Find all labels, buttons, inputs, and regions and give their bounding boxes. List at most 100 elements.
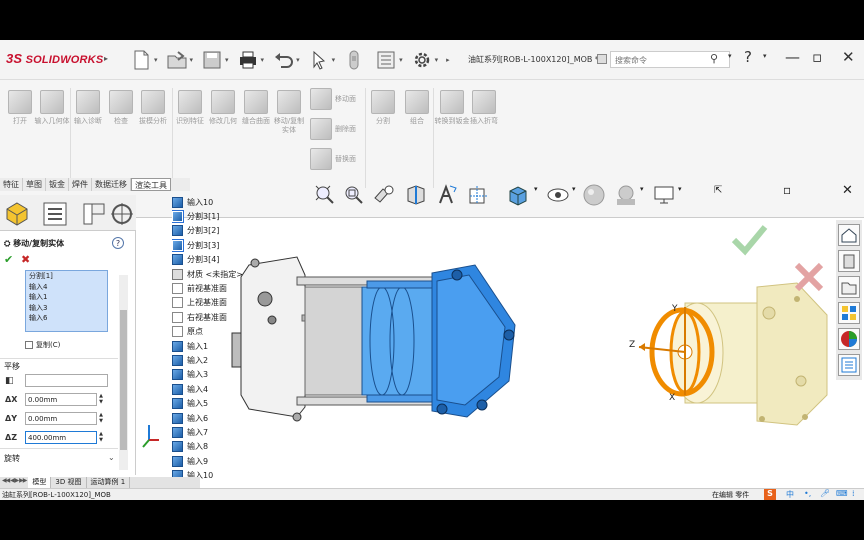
tab-render-tools[interactable]: 渲染工具: [131, 178, 171, 191]
tab-motion-study[interactable]: 运动算例 1: [87, 477, 131, 488]
ribbon-replace-face-button[interactable]: 替换面: [310, 148, 356, 170]
dimxpert-manager-tab-icon[interactable]: [108, 200, 136, 228]
tree-item[interactable]: 输入7: [172, 425, 262, 439]
ribbon-move-face-button[interactable]: 移动面: [310, 88, 356, 110]
tab-sheet-metal[interactable]: 钣金: [46, 178, 69, 191]
menu-expand-icon[interactable]: ▸: [104, 54, 108, 63]
toolbar-expand-icon[interactable]: ▸: [446, 56, 450, 64]
help-icon[interactable]: ?: [112, 237, 124, 249]
list-item[interactable]: 输入6: [26, 313, 107, 324]
tab-nav-arrows-icon[interactable]: ◀◀ ◀ ▶ ▶▶: [0, 477, 28, 488]
open-icon[interactable]: [166, 49, 188, 71]
ribbon-import-diagnostics-button[interactable]: 输入诊断: [70, 90, 106, 126]
panel-scrollbar[interactable]: [119, 275, 128, 470]
ribbon-knit-surface-button[interactable]: 缝合曲面: [238, 90, 274, 126]
new-dropdown-icon[interactable]: ▾: [154, 56, 158, 64]
options-dropdown-icon[interactable]: ▾: [435, 56, 439, 64]
dz-field[interactable]: 400.00mm: [25, 431, 97, 444]
ribbon-check-button[interactable]: 检查: [103, 90, 139, 126]
property-manager-tab-icon[interactable]: [41, 200, 69, 228]
ribbon-split-button[interactable]: 分割: [365, 90, 401, 126]
save-dropdown-icon[interactable]: ▾: [225, 56, 229, 64]
print-dropdown-icon[interactable]: ▾: [261, 56, 265, 64]
ribbon-recognize-features-button[interactable]: 识别特征: [172, 90, 208, 126]
ribbon-move-copy-body-button[interactable]: 移动/复制实体: [271, 90, 307, 135]
undo-dropdown-icon[interactable]: ▾: [296, 56, 300, 64]
ime-language[interactable]: 中: [786, 489, 794, 500]
list-item[interactable]: 输入4: [26, 282, 107, 293]
search-scope-icon[interactable]: [597, 54, 607, 64]
ribbon-insert-bends-button[interactable]: 插入折弯: [466, 90, 502, 126]
tree-item[interactable]: 材质 <未指定>: [172, 267, 262, 281]
tree-item[interactable]: 前视基准面: [172, 281, 262, 295]
tab-model[interactable]: 模型: [28, 477, 52, 488]
tab-data-migration[interactable]: 数据迁移: [92, 178, 131, 191]
tree-item[interactable]: 输入10: [172, 195, 262, 209]
tab-3d-view[interactable]: 3D 视图: [51, 477, 87, 488]
rebuild-icon[interactable]: [343, 49, 365, 71]
ribbon-combine-button[interactable]: 组合: [399, 90, 435, 126]
ime-logo-icon[interactable]: S: [764, 489, 776, 500]
search-dropdown-icon[interactable]: ▾: [728, 52, 732, 60]
chevron-down-icon[interactable]: ⌄: [108, 453, 115, 462]
list-item[interactable]: 分割[1]: [26, 271, 107, 282]
translate-reference-field[interactable]: [25, 374, 108, 387]
save-icon[interactable]: [201, 49, 223, 71]
tree-item[interactable]: 分割3[2]: [172, 224, 262, 238]
copy-checkbox[interactable]: 复制(C): [25, 340, 60, 350]
ribbon-delete-face-button[interactable]: 删除面: [310, 118, 356, 140]
tree-item[interactable]: 输入8: [172, 440, 262, 454]
help-button[interactable]: ?: [744, 48, 752, 66]
design-library-icon[interactable]: [838, 302, 860, 324]
ok-check-icon[interactable]: ✔: [4, 253, 13, 266]
file-properties-dropdown-icon[interactable]: ▾: [399, 56, 403, 64]
tree-item[interactable]: 输入4: [172, 382, 262, 396]
help-dropdown-icon[interactable]: ▾: [763, 52, 767, 60]
tree-item[interactable]: 输入1: [172, 339, 262, 353]
configuration-manager-tab-icon[interactable]: [80, 200, 108, 228]
open-dropdown-icon[interactable]: ▾: [190, 56, 194, 64]
select-dropdown-icon[interactable]: ▾: [332, 56, 336, 64]
bodies-selection-list[interactable]: 分割[1] 输入4 输入1 输入3 输入6: [25, 270, 108, 332]
tree-item[interactable]: 原点: [172, 325, 262, 339]
cancel-x-icon[interactable]: ✖: [21, 253, 30, 266]
tree-item[interactable]: 分割3[1]: [172, 209, 262, 224]
tree-item[interactable]: 上视基准面: [172, 296, 262, 310]
tree-item[interactable]: 输入2: [172, 353, 262, 367]
tree-item[interactable]: 输入3: [172, 368, 262, 382]
rotate-section-header[interactable]: 旋转: [4, 453, 20, 464]
tree-item[interactable]: 分割3[4]: [172, 253, 262, 267]
ribbon-draft-analysis-button[interactable]: 拔模分析: [135, 90, 171, 126]
dx-field[interactable]: 0.00mm: [25, 393, 97, 406]
ribbon-import-geometry-button[interactable]: 输入几何体: [34, 90, 70, 126]
scrollbar-thumb[interactable]: [120, 310, 127, 450]
list-item[interactable]: 输入3: [26, 303, 107, 314]
select-icon[interactable]: [308, 49, 330, 71]
tab-sketch[interactable]: 草图: [23, 178, 46, 191]
dy-spinner-icon[interactable]: ▲ ▼: [97, 412, 105, 425]
ribbon-open-button[interactable]: 打开: [2, 90, 38, 126]
confirm-cancel-icon[interactable]: [794, 262, 824, 292]
list-item[interactable]: 输入1: [26, 292, 107, 303]
appearances-icon[interactable]: [838, 328, 860, 350]
dx-spinner-icon[interactable]: ▲ ▼: [97, 393, 105, 406]
checkbox-box[interactable]: [25, 341, 33, 349]
feature-manager-tab-icon[interactable]: [3, 200, 31, 228]
file-properties-icon[interactable]: [375, 49, 397, 71]
tree-item[interactable]: 输入9: [172, 454, 262, 468]
dy-field[interactable]: 0.00mm: [25, 412, 97, 425]
dz-spinner-icon[interactable]: ▲ ▼: [97, 431, 105, 444]
print-icon[interactable]: [237, 49, 259, 71]
resources-icon[interactable]: [838, 250, 860, 272]
ime-menu-icon[interactable]: ⁞: [852, 489, 855, 500]
ime-punctuation-icon[interactable]: •,: [804, 489, 811, 500]
home-icon[interactable]: [838, 224, 860, 246]
translate-section-header[interactable]: 平移: [4, 361, 20, 372]
confirm-ok-icon[interactable]: [731, 225, 768, 256]
viewport-close-icon[interactable]: ✕: [842, 183, 864, 207]
tree-item[interactable]: 输入6: [172, 411, 262, 425]
ribbon-convert-to-sheetmetal-button[interactable]: 转换到钣金: [434, 90, 470, 126]
options-gear-icon[interactable]: [411, 49, 433, 71]
cylinder-model[interactable]: [231, 256, 516, 422]
tree-item[interactable]: 输入5: [172, 396, 262, 410]
